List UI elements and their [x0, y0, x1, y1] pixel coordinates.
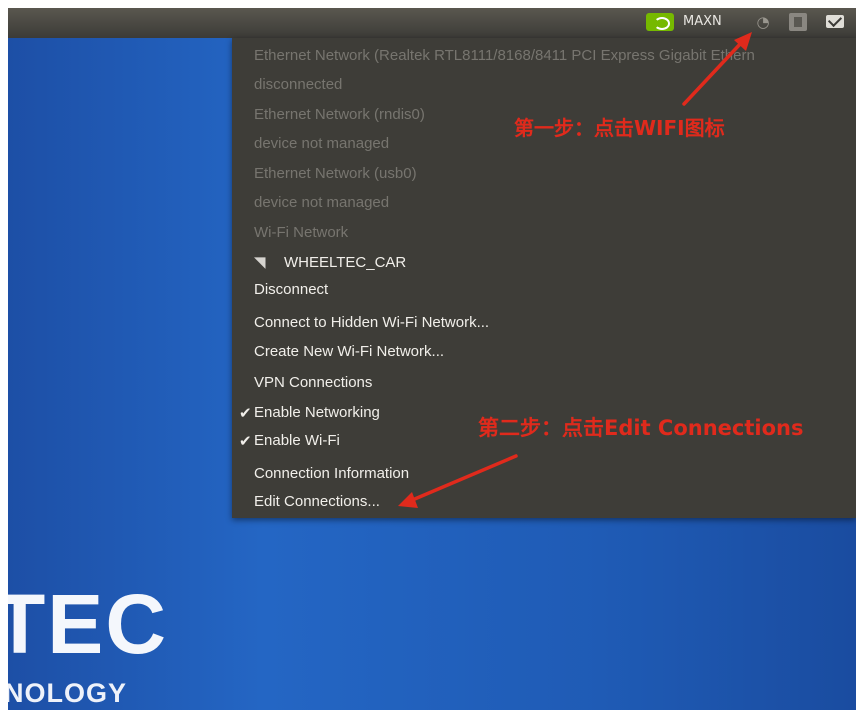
arrow-step1 [682, 40, 744, 106]
annotation-arrows [398, 32, 752, 508]
arrow-step2-head [398, 492, 418, 508]
arrow-step2 [408, 454, 518, 503]
